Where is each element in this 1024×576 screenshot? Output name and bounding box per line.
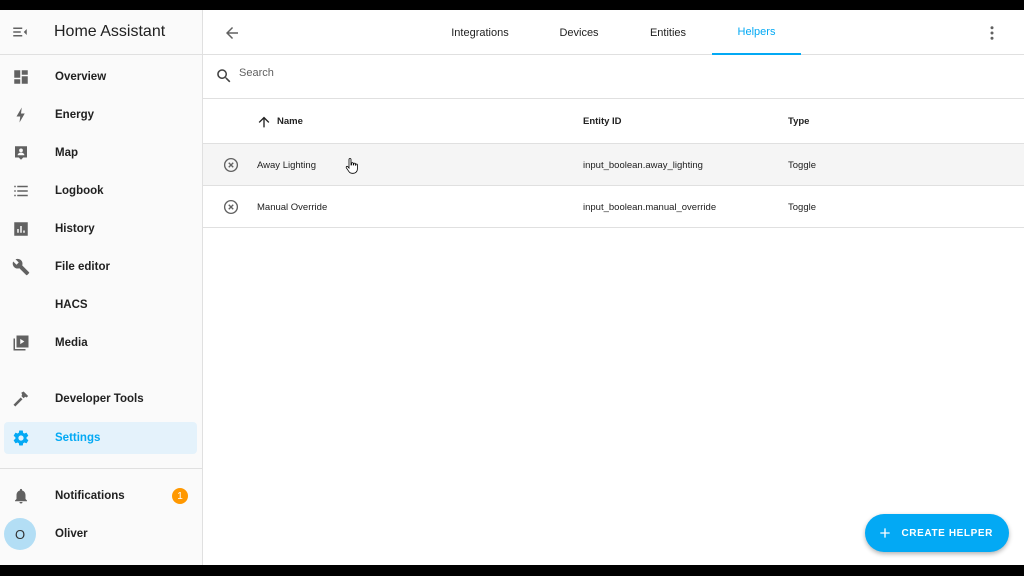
sidebar-item-label: Energy: [55, 109, 94, 121]
close-circle-icon: [221, 197, 241, 217]
sidebar-item-label: File editor: [55, 261, 110, 273]
column-header-label: Name: [277, 116, 303, 127]
sidebar-item-logbook[interactable]: Logbook: [4, 175, 197, 207]
app-title: Home Assistant: [54, 23, 166, 40]
sidebar-item-history[interactable]: History: [4, 213, 197, 245]
hand-cursor-icon: [345, 158, 359, 179]
sidebar-item-map[interactable]: Map: [4, 137, 197, 169]
sidebar-item-label: HACS: [55, 299, 88, 311]
cell-name: Away Lighting: [257, 159, 316, 171]
bar-chart-icon: [5, 213, 37, 245]
cell-type: Toggle: [788, 201, 816, 213]
sidebar-item-label: Map: [55, 147, 78, 159]
table-header: Name Entity ID Type: [203, 99, 1024, 144]
sidebar-item-notifications[interactable]: Notifications 1: [4, 480, 197, 512]
sidebar-item-label: Developer Tools: [55, 393, 144, 405]
search-bar: [203, 55, 1024, 99]
user-name: Oliver: [55, 528, 88, 540]
lightning-icon: [5, 99, 37, 131]
back-arrow-icon[interactable]: [220, 21, 244, 45]
sort-ascending-icon: [256, 114, 272, 130]
dashboard-icon: [5, 61, 37, 93]
tab-helpers[interactable]: Helpers: [712, 10, 801, 55]
sidebar-item-file-editor[interactable]: File editor: [4, 251, 197, 283]
sidebar-item-label: Notifications: [55, 490, 125, 502]
sidebar-item-label: Logbook: [55, 185, 104, 197]
sidebar-item-label: History: [55, 223, 95, 235]
table-row[interactable]: Manual Override input_boolean.manual_ove…: [203, 186, 1024, 228]
play-box-icon: [5, 327, 37, 359]
sidebar-item-overview[interactable]: Overview: [4, 61, 197, 93]
tab-entities[interactable]: Entities: [628, 10, 708, 55]
cell-entity-id: input_boolean.away_lighting: [583, 159, 703, 171]
search-input[interactable]: [239, 67, 539, 79]
notification-count-badge: 1: [172, 488, 188, 504]
create-helper-button[interactable]: CREATE HELPER: [865, 514, 1009, 552]
list-icon: [5, 175, 37, 207]
sidebar: Home Assistant Overview Energy Map Logbo: [0, 10, 203, 565]
close-circle-icon: [221, 155, 241, 175]
map-person-icon: [5, 137, 37, 169]
cell-entity-id: input_boolean.manual_override: [583, 201, 717, 213]
menu-collapse-icon[interactable]: [0, 10, 40, 55]
sidebar-item-energy[interactable]: Energy: [4, 99, 197, 131]
sidebar-item-media[interactable]: Media: [4, 327, 197, 359]
column-header-type[interactable]: Type: [788, 99, 809, 144]
hammer-icon: [5, 383, 37, 415]
sidebar-divider: [0, 468, 203, 469]
column-header-entity-id[interactable]: Entity ID: [583, 99, 622, 144]
search-icon: [215, 67, 233, 90]
sidebar-item-user[interactable]: O Oliver: [4, 518, 197, 550]
sidebar-header: Home Assistant: [0, 10, 202, 55]
hacs-icon: [5, 289, 37, 321]
app-window: Home Assistant Overview Energy Map Logbo: [0, 10, 1024, 565]
sidebar-item-hacs[interactable]: HACS: [4, 289, 197, 321]
create-helper-label: CREATE HELPER: [901, 527, 993, 539]
plus-icon: [877, 525, 893, 541]
sidebar-item-label: Settings: [55, 432, 101, 444]
more-options-icon[interactable]: [980, 21, 1004, 45]
avatar: O: [4, 518, 36, 550]
cell-name: Manual Override: [257, 201, 328, 213]
sidebar-item-label: Overview: [55, 71, 107, 83]
column-header-name[interactable]: Name: [256, 99, 303, 144]
table-row[interactable]: Away Lighting input_boolean.away_lightin…: [203, 144, 1024, 186]
bell-icon: [5, 480, 37, 512]
sidebar-item-label: Media: [55, 337, 88, 349]
sidebar-item-developer-tools[interactable]: Developer Tools: [4, 383, 197, 415]
gear-icon: [5, 422, 37, 454]
wrench-icon: [5, 251, 37, 283]
sidebar-item-settings[interactable]: Settings: [4, 422, 197, 454]
tab-integrations[interactable]: Integrations: [435, 10, 525, 55]
tab-devices[interactable]: Devices: [539, 10, 619, 55]
top-bar: Integrations Devices Entities Helpers: [203, 10, 1024, 55]
main-content: Integrations Devices Entities Helpers Na…: [203, 10, 1024, 565]
cell-type: Toggle: [788, 159, 816, 171]
